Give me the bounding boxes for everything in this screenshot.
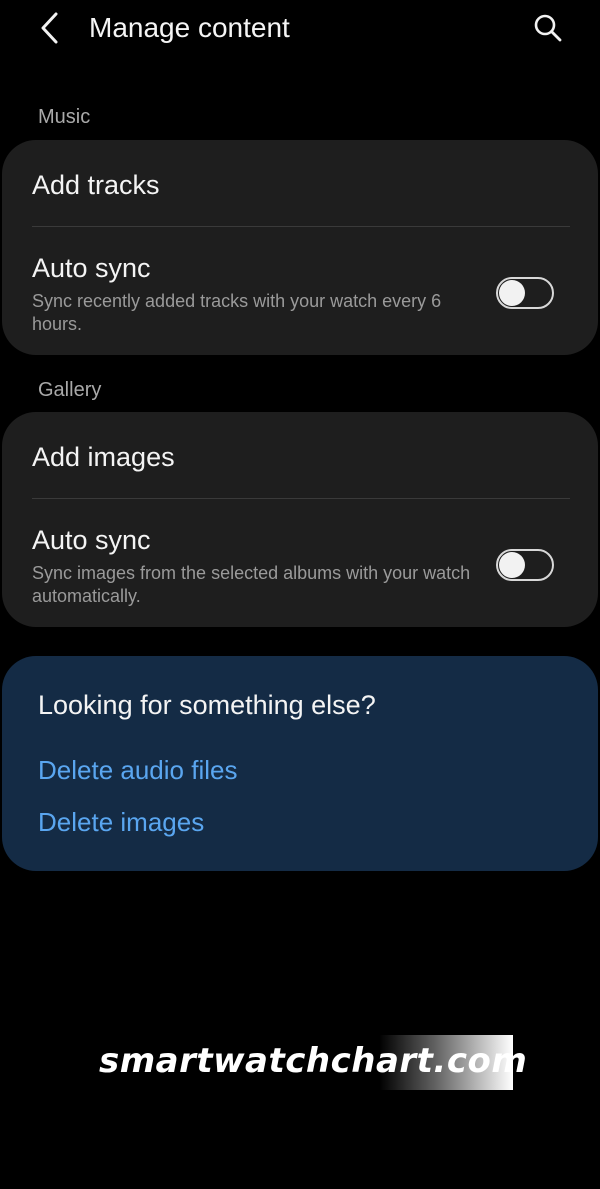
music-auto-sync-toggle[interactable] (496, 277, 554, 309)
search-button[interactable] (528, 8, 568, 48)
tip-title: Looking for something else? (38, 690, 376, 720)
add-tracks-item[interactable]: Add tracks (32, 170, 160, 201)
app-header: Manage content (0, 0, 600, 60)
music-card: Add tracks Auto sync Sync recently added… (2, 140, 598, 355)
music-auto-sync-title[interactable]: Auto sync (32, 253, 151, 284)
divider (32, 226, 570, 227)
divider (32, 498, 570, 499)
looking-for-something-else-card: Looking for something else? Delete audio… (2, 656, 598, 871)
section-label-music: Music (38, 106, 91, 128)
page-title: Manage content (89, 12, 290, 43)
music-auto-sync-description: Sync recently added tracks with your wat… (32, 291, 442, 334)
gallery-auto-sync-description: Sync images from the selected albums wit… (32, 563, 471, 606)
add-images-item[interactable]: Add images (32, 442, 175, 473)
gallery-auto-sync-title[interactable]: Auto sync (32, 525, 151, 556)
gallery-card: Add images Auto sync Sync images from th… (2, 412, 598, 627)
watermark-logo: smartwatchchart.com (95, 1035, 527, 1090)
delete-audio-files-link[interactable]: Delete audio files (38, 755, 237, 786)
section-label-gallery: Gallery (38, 379, 102, 401)
toggle-knob (499, 552, 525, 578)
delete-images-link[interactable]: Delete images (38, 807, 204, 838)
watermark-text: smartwatchchart.com (99, 1041, 528, 1081)
gallery-auto-sync-toggle[interactable] (496, 549, 554, 581)
search-icon (534, 14, 562, 42)
back-button[interactable] (30, 8, 70, 48)
back-arrow-icon (41, 12, 58, 44)
toggle-knob (499, 280, 525, 306)
